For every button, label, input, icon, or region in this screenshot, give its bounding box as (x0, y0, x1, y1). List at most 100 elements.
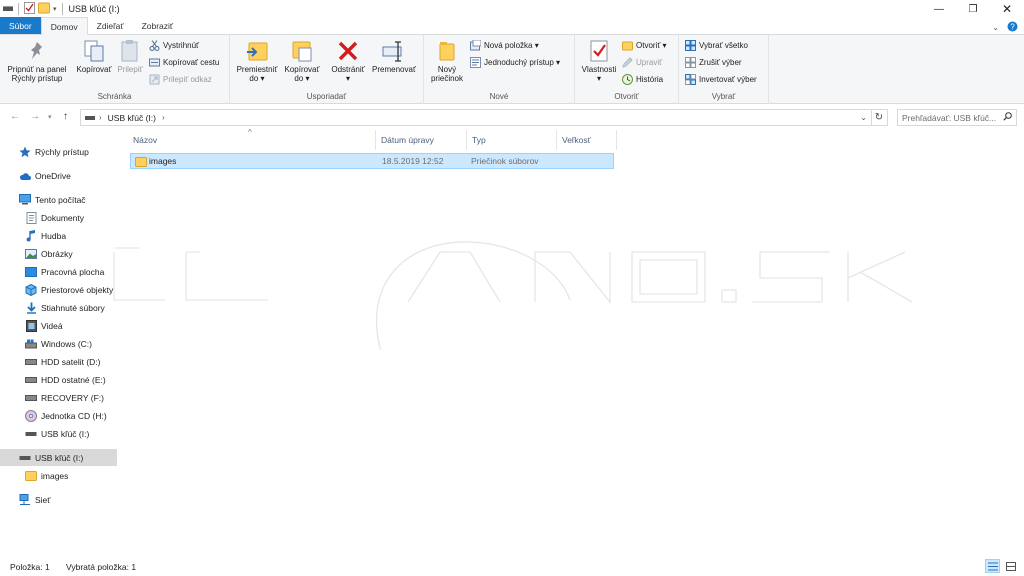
paste-shortcut-icon (149, 74, 160, 85)
edit-button[interactable]: Upraviť (622, 57, 662, 68)
cut-button[interactable]: Vystrihnúť (149, 40, 199, 51)
nav-hdd-d[interactable]: HDD satelit (D:) (0, 353, 117, 370)
history-button[interactable]: História (622, 74, 663, 85)
nav-videos[interactable]: Videá (0, 317, 117, 334)
new-folder-quick-icon[interactable] (38, 2, 50, 16)
column-header-name[interactable]: Názov (128, 130, 376, 150)
select-all-label: Vybrať všetko (699, 41, 748, 50)
maximize-button[interactable]: ❐ (956, 0, 990, 18)
nav-usb-i-this-pc[interactable]: USB kľúč (I:) (0, 425, 117, 442)
history-icon (622, 74, 633, 85)
select-all-button[interactable]: Vybrať všetko (685, 40, 748, 51)
large-icons-view-button[interactable] (1003, 559, 1018, 573)
minimize-button[interactable]: — (922, 0, 956, 18)
nav-images[interactable]: images (0, 467, 117, 484)
address-next-chevron-icon[interactable]: › (162, 113, 165, 122)
copy-button[interactable]: Kopírovať (74, 39, 114, 74)
invert-selection-button[interactable]: Invertovať výber (685, 74, 757, 85)
details-view-icon (987, 562, 998, 570)
move-to-icon (245, 39, 269, 63)
properties-label-1: Vlastnosti (581, 65, 617, 74)
copy-to-button[interactable]: Kopírovať do ▾ (280, 39, 324, 83)
delete-x-icon (336, 39, 360, 63)
column-header-date[interactable]: Dátum úpravy (376, 130, 467, 150)
nav-hdd-e[interactable]: HDD ostatné (E:) (0, 371, 117, 388)
move-to-button[interactable]: Premiestniť do ▾ (234, 39, 280, 83)
select-none-icon (685, 57, 696, 68)
nav-label: images (41, 470, 69, 481)
hard-drive-icon (25, 392, 37, 404)
copy-to-icon (290, 39, 314, 63)
address-path-segment[interactable]: USB kľúč (I:) (108, 113, 156, 123)
nav-label: Videá (41, 320, 63, 331)
paste-button[interactable]: Prilepiť (114, 39, 146, 74)
easy-access-button[interactable]: Jednoduchý prístup ▾ (470, 57, 560, 68)
customize-quick-access-icon[interactable]: ▾ (53, 5, 57, 13)
nav-quick-access[interactable]: Rýchly prístup (0, 143, 117, 160)
pin-label-1: Pripnúť na panel (7, 65, 67, 74)
system-drive-icon (25, 338, 37, 350)
details-view-button[interactable] (985, 559, 1000, 573)
nav-pictures[interactable]: Obrázky (0, 245, 117, 262)
select-none-button[interactable]: Zrušiť výber (685, 57, 742, 68)
pin-quick-access-button[interactable]: Pripnúť na panel Rýchly prístup (4, 39, 70, 83)
nav-label: Windows (C:) (41, 338, 93, 349)
nav-this-pc[interactable]: Tento počítač (0, 191, 117, 208)
delete-button[interactable]: Odstrániť ▾ (327, 39, 369, 83)
large-icons-view-icon (1005, 561, 1016, 571)
nav-recovery-f[interactable]: RECOVERY (F:) (0, 389, 117, 406)
tab-home[interactable]: Domov (40, 17, 88, 35)
new-item-button[interactable]: Nová položka ▾ (470, 40, 539, 51)
nav-label: Jednotka CD (H:) (41, 410, 107, 421)
nav-music[interactable]: Hudba (0, 227, 117, 244)
properties-button[interactable]: Vlastnosti ▾ (578, 39, 620, 83)
up-arrow-icon[interactable]: ↑ (63, 111, 68, 122)
status-bar: Položka: 1 Vybratá položka: 1 (0, 558, 1024, 576)
nav-3d-objects[interactable]: Priestorové objekty (0, 281, 117, 298)
new-folder-button[interactable]: Nový priečinok (427, 39, 467, 83)
nav-usb-i[interactable]: USB kľúč (I:) (0, 449, 117, 466)
nav-desktop[interactable]: Pracovná plocha (0, 263, 117, 280)
collapse-ribbon-icon[interactable]: ⌄ (992, 23, 999, 32)
nav-onedrive[interactable]: OneDrive (0, 167, 117, 184)
nav-network[interactable]: Sieť (0, 491, 117, 508)
open-button[interactable]: Otvoriť ▾ (622, 40, 667, 51)
select-all-icon (685, 40, 696, 51)
recent-locations-icon[interactable]: ▾ (48, 113, 52, 121)
properties-quick-icon[interactable] (24, 2, 35, 16)
close-button[interactable]: ✕ (990, 0, 1024, 18)
tab-file[interactable]: Súbor (0, 17, 41, 34)
nav-label: Stiahnuté súbory (41, 302, 105, 313)
nav-documents[interactable]: Dokumenty (0, 209, 117, 226)
nav-cd-h[interactable]: Jednotka CD (H:) (0, 407, 117, 424)
scissors-icon (149, 40, 160, 51)
desktop-icon (25, 266, 37, 278)
file-row-images[interactable]: images 18.5.2019 12:52 Priečinok súborov (130, 153, 614, 169)
organize-group: Premiestniť do ▾ Kopírovať do ▾ Odstráni… (230, 35, 424, 104)
address-dropdown-icon[interactable]: ⌄ (860, 113, 867, 122)
copy-path-button[interactable]: Kopírovať cestu (149, 57, 219, 68)
column-header-type[interactable]: Typ (467, 130, 557, 150)
nav-label: Hudba (41, 230, 67, 241)
column-header-size[interactable]: Veľkosť (557, 130, 617, 150)
new-item-label: Nová položka ▾ (484, 41, 539, 50)
nav-label: USB kľúč (I:) (41, 428, 90, 439)
help-icon[interactable]: ? (1007, 21, 1018, 34)
nav-windows-c[interactable]: Windows (C:) (0, 335, 117, 352)
tab-view[interactable]: Zobraziť (133, 17, 183, 34)
easy-access-icon (470, 57, 481, 68)
rename-button[interactable]: Premenovať (369, 39, 419, 74)
nav-downloads[interactable]: Stiahnuté súbory (0, 299, 117, 316)
music-note-icon (25, 229, 37, 242)
tab-share[interactable]: Zdieľať (88, 17, 133, 34)
search-input[interactable]: Prehľadávať: USB kľúč... (897, 109, 1017, 126)
refresh-button[interactable]: ↻ (871, 109, 888, 126)
address-separator-icon[interactable]: › (99, 113, 102, 122)
invert-selection-icon (685, 74, 696, 85)
paste-shortcut-button[interactable]: Prilepiť odkaz (149, 74, 212, 85)
history-label: História (636, 75, 664, 84)
edit-pencil-icon (622, 57, 633, 68)
address-box[interactable]: › USB kľúč (I:) › ⌄ (80, 109, 872, 126)
back-arrow-icon[interactable]: ← (10, 111, 20, 122)
forward-arrow-icon[interactable]: → (30, 111, 40, 122)
